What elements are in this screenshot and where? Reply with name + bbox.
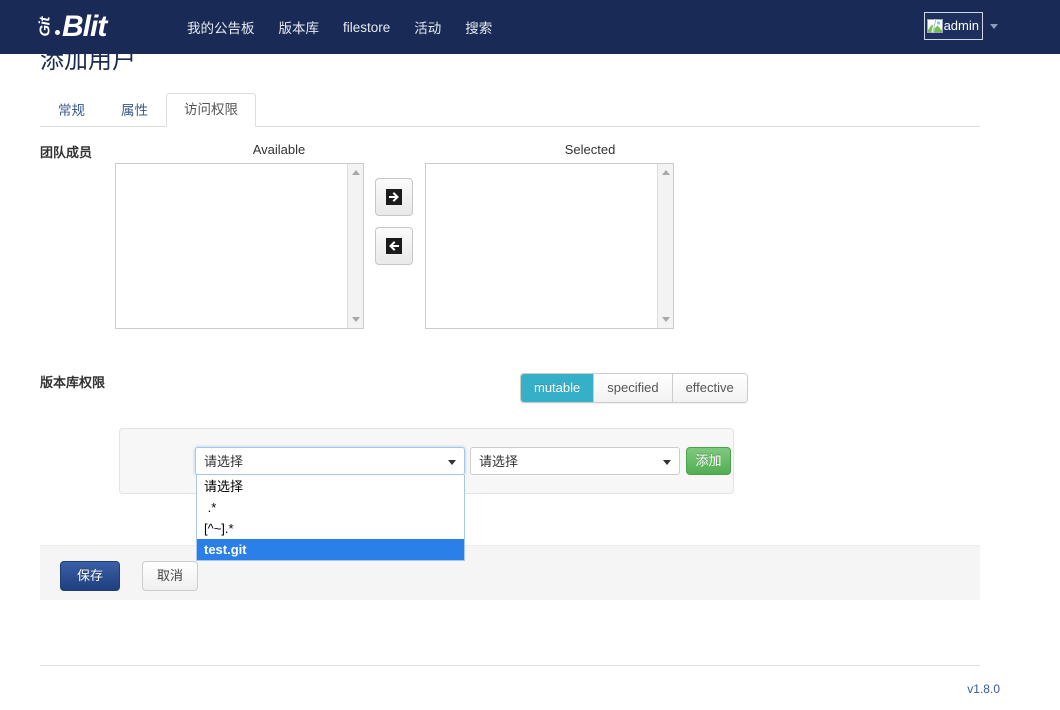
nav-link-dashboard[interactable]: 我的公告板 — [175, 11, 267, 43]
nav-link-filestore[interactable]: filestore — [331, 14, 402, 41]
segment-specified[interactable]: specified — [594, 374, 673, 402]
permission-level-select[interactable]: 请选择 — [470, 447, 680, 475]
remove-from-selected-button[interactable] — [375, 227, 413, 265]
tab-attributes[interactable]: 属性 — [103, 94, 166, 127]
segment-mutable[interactable]: mutable — [521, 374, 595, 402]
broken-image-icon — [926, 18, 943, 34]
chevron-down-icon[interactable] — [990, 23, 998, 29]
repository-permissions-label: 版本库权限 — [40, 375, 106, 390]
transfer-buttons — [375, 178, 413, 265]
option-all-wildcard[interactable]: .* — [197, 497, 464, 518]
chevron-down-icon[interactable] — [448, 460, 456, 465]
footer-divider — [40, 665, 980, 666]
cancel-button[interactable]: 取消 — [142, 561, 199, 591]
nav-link-activity[interactable]: 活动 — [402, 11, 453, 43]
selected-list-heading: Selected — [564, 142, 616, 157]
user-badge[interactable]: admin — [923, 12, 983, 40]
chevron-down-icon[interactable] — [663, 460, 671, 465]
nav-links: 我的公告板 版本库 filestore 活动 搜索 — [175, 0, 504, 54]
team-members-label: 团队成员 — [40, 145, 93, 160]
option-nontilde-wildcard[interactable]: [^~].* — [197, 518, 464, 539]
tab-access-permissions[interactable]: 访问权限 — [166, 93, 256, 127]
add-to-selected-button[interactable] — [375, 178, 413, 216]
scroll-up-arrow-icon[interactable] — [352, 170, 360, 175]
version-label: v1.8.0 — [967, 682, 1000, 696]
user-menu[interactable]: admin — [923, 12, 998, 40]
arrow-right-into-box-icon — [386, 189, 402, 205]
repository-select-options[interactable]: 请选择 .* [^~].* test.git — [196, 475, 465, 561]
permission-level-select-value: 请选择 — [479, 454, 519, 469]
permission-view-segmented-control: mutable specified effective — [520, 373, 748, 403]
available-listbox[interactable] — [115, 163, 364, 329]
selected-listbox[interactable] — [425, 163, 674, 329]
available-listbox-scrollbar[interactable] — [347, 164, 363, 328]
segment-effective[interactable]: effective — [672, 374, 747, 402]
repository-select-value: 请选择 — [204, 454, 244, 469]
save-button[interactable]: 保存 — [60, 561, 121, 591]
brand-git-text: Git — [36, 16, 54, 36]
selected-listbox-scrollbar[interactable] — [657, 164, 673, 328]
brand-dot-icon — [55, 29, 60, 35]
tab-bar: 常规 属性 访问权限 — [40, 93, 980, 127]
user-name-label: admin — [943, 18, 979, 33]
option-test-git[interactable]: test.git — [197, 539, 464, 560]
brand-blit-text: Blit — [62, 10, 107, 43]
option-placeholder[interactable]: 请选择 — [197, 476, 464, 497]
arrow-left-into-box-icon — [386, 238, 402, 254]
nav-link-repositories[interactable]: 版本库 — [267, 11, 332, 43]
form-actions-bar: 保存 取消 — [40, 545, 980, 600]
scroll-down-arrow-icon[interactable] — [662, 317, 670, 322]
scroll-up-arrow-icon[interactable] — [662, 170, 670, 175]
top-navbar: Git Blit 我的公告板 版本库 filestore 活动 搜索 admin — [0, 0, 1060, 54]
brand-logo-gitblit[interactable]: Git Blit — [36, 8, 108, 46]
available-list-heading: Available — [252, 142, 306, 157]
nav-link-search[interactable]: 搜索 — [453, 11, 504, 43]
tab-general[interactable]: 常规 — [40, 94, 103, 127]
repository-select[interactable]: 请选择 — [195, 447, 465, 475]
scroll-down-arrow-icon[interactable] — [352, 317, 360, 322]
add-permission-button[interactable]: 添加 — [686, 447, 731, 475]
